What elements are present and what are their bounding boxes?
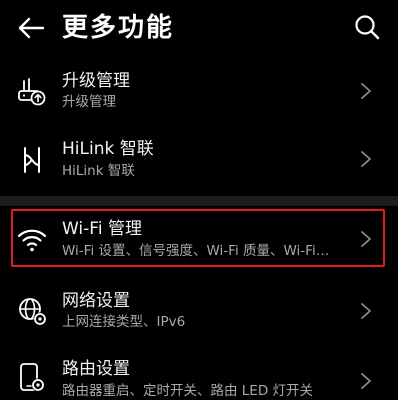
back-button[interactable] [14,12,48,44]
highlight-box [11,209,385,267]
more-functions-screen: 更多功能 升级管理 升级管理 HiLink 智联 HiLink 智联 Wi-Fi… [0,0,398,400]
chevron-right-icon [361,83,371,99]
phone-settings-icon [16,362,48,394]
hilink-icon [16,144,48,176]
item-title: 网络设置 [62,291,130,311]
item-title: 升级管理 [62,71,130,91]
item-subtitle: 路由器重启、定时开关、路由 LED 灯开关 [62,383,314,399]
list-item-upgrade-management[interactable]: 升级管理 升级管理 [0,60,398,126]
chevron-right-icon [361,151,371,167]
page-title: 更多功能 [62,13,175,43]
router-upgrade-icon [16,76,48,108]
item-subtitle: HiLink 智联 [62,163,135,179]
chevron-right-icon [361,303,371,319]
globe-settings-icon [16,295,48,327]
search-icon [355,15,380,40]
chevron-right-icon [361,373,371,389]
item-title: HiLink 智联 [62,139,154,159]
header-bar: 更多功能 [0,0,398,56]
list-item-network-settings[interactable]: 网络设置 上网连接类型、IPv6 [0,280,398,346]
list-item-hilink[interactable]: HiLink 智联 HiLink 智联 [0,126,398,192]
item-subtitle: 上网连接类型、IPv6 [62,314,186,330]
list-item-router-settings[interactable]: 路由设置 路由器重启、定时开关、路由 LED 灯开关 [0,346,398,400]
item-subtitle: 升级管理 [62,94,116,110]
arrow-left-icon [18,17,45,39]
section-divider [0,196,398,206]
search-button[interactable] [352,12,382,42]
item-title: 路由设置 [62,359,130,379]
